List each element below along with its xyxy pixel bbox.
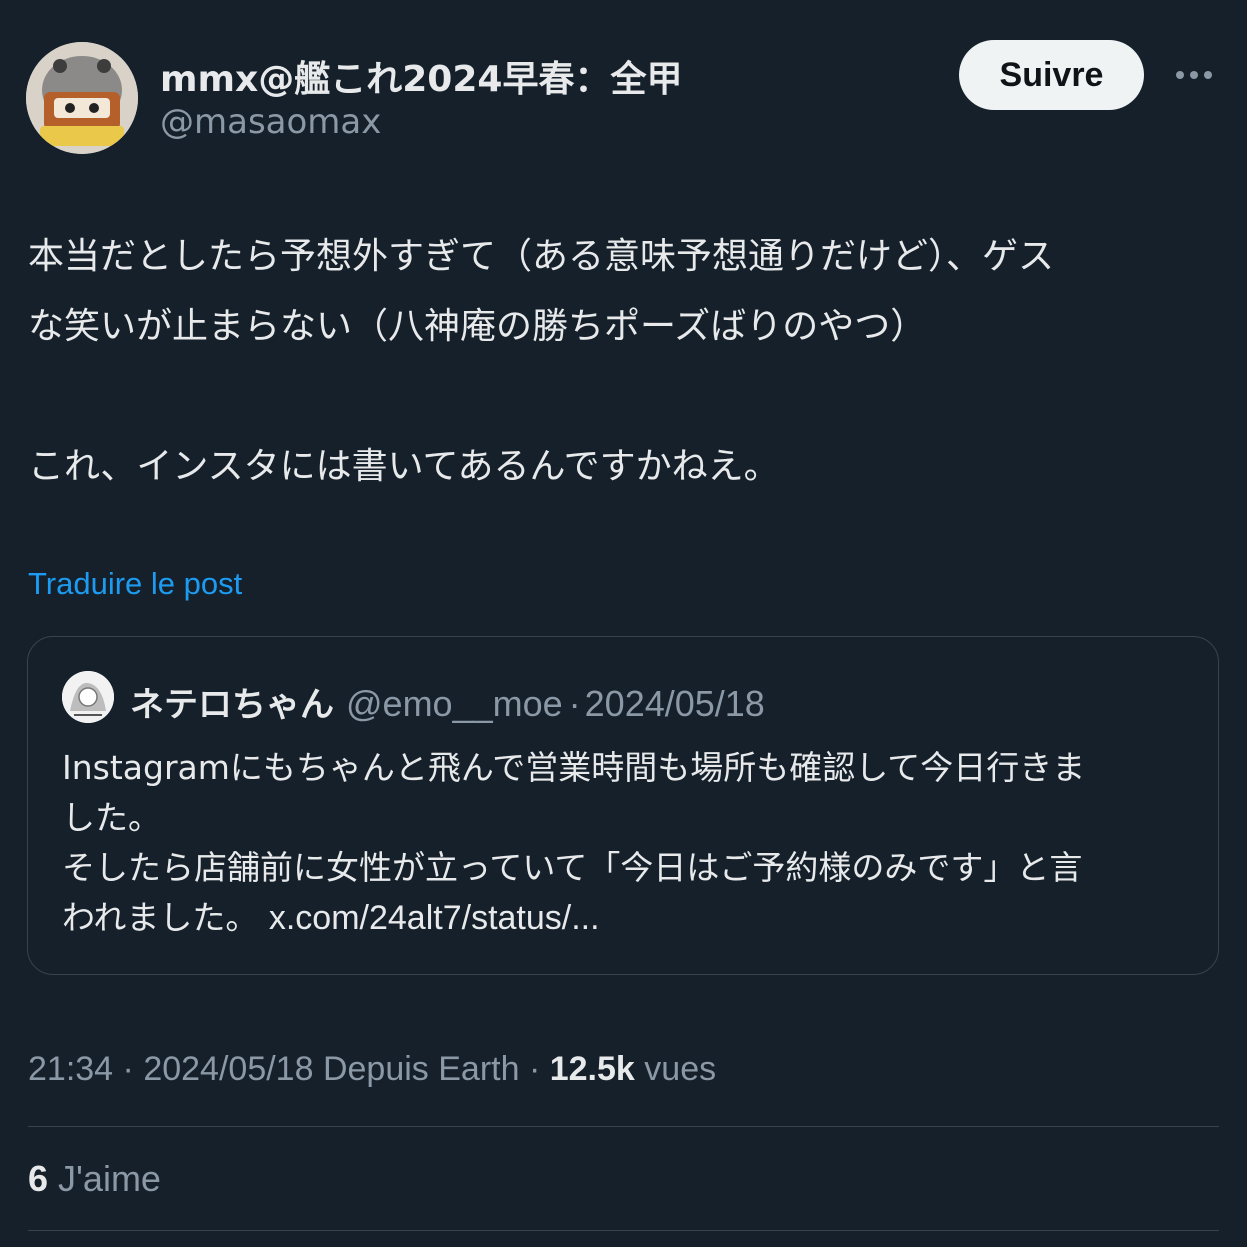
author-display-name[interactable]: mmx@艦これ2024早春：全甲 (160, 50, 682, 102)
quoted-text-line: そしたら店舗前に女性が立っていて「今日はご予約様のみです」と言 (62, 848, 1083, 887)
divider (28, 1230, 1219, 1231)
divider (28, 1126, 1219, 1127)
author-handle[interactable]: @masaomax (160, 102, 381, 142)
follow-button[interactable]: Suivre (959, 40, 1144, 110)
quoted-date: 2024/05/18 (584, 683, 765, 724)
post-source: Depuis Earth (322, 1050, 520, 1088)
more-horizontal-icon[interactable] (1170, 60, 1218, 90)
post-text-line: 本当だとしたら予想外すぎて（ある意味予想通りだけど）、ゲス (28, 236, 1055, 277)
quoted-post-card[interactable]: ネテロちゃん @emo__moe · 2024/05/18 Instagramにもちゃ… (27, 636, 1219, 975)
post-date[interactable]: 2024/05/18 (143, 1050, 313, 1088)
post-text-line: これ、インスタには書いてあるんですかねえ。 (28, 446, 780, 487)
quoted-post-text: Instagramにもちゃんと飛んで営業時間も場所も確認して今日行きま した。 … (62, 743, 1192, 943)
quoted-text-line: した。 (62, 798, 161, 837)
quoted-user-avatar[interactable] (62, 671, 114, 723)
quoted-text-fragment: われました。 (62, 898, 259, 937)
post-text: 本当だとしたら予想外すぎて（ある意味予想通りだけど）、ゲス な笑いが止まらない（… (28, 222, 1228, 502)
views-count: 12.5k (549, 1050, 635, 1088)
quoted-link[interactable]: x.com/24alt7/status/... (269, 899, 600, 937)
post-text-line: な笑いが止まらない（八神庵の勝ちポーズばりのやつ） (28, 306, 927, 347)
more-dot (1204, 71, 1212, 79)
quoted-post-header: ネテロちゃん @emo__moe · 2024/05/18 (130, 677, 765, 726)
more-dot (1176, 71, 1184, 79)
author-avatar[interactable] (26, 42, 138, 154)
translate-post-link[interactable]: Traduire le post (28, 566, 242, 602)
quoted-display-name[interactable]: ネテロちゃん (130, 685, 334, 725)
dot-separator: · (568, 683, 581, 724)
dot-separator: · (528, 1050, 541, 1088)
like-count: 6 (28, 1158, 49, 1199)
more-dot (1190, 71, 1198, 79)
post-time[interactable]: 21:34 (28, 1050, 113, 1088)
quoted-text-line: われました。 x.com/24alt7/status/... (62, 893, 1192, 943)
post-metadata: 21:34 · 2024/05/18 Depuis Earth · 12.5k … (28, 1050, 716, 1089)
quoted-text-line: Instagramにもちゃんと飛んで営業時間も場所も確認して今日行きま (62, 748, 1086, 787)
quoted-handle[interactable]: @emo__moe (346, 683, 563, 724)
views-label: vues (644, 1050, 717, 1088)
likes-stat[interactable]: 6 J'aime (28, 1158, 161, 1200)
dot-separator: · (122, 1050, 134, 1088)
likes-label: J'aime (58, 1158, 161, 1199)
